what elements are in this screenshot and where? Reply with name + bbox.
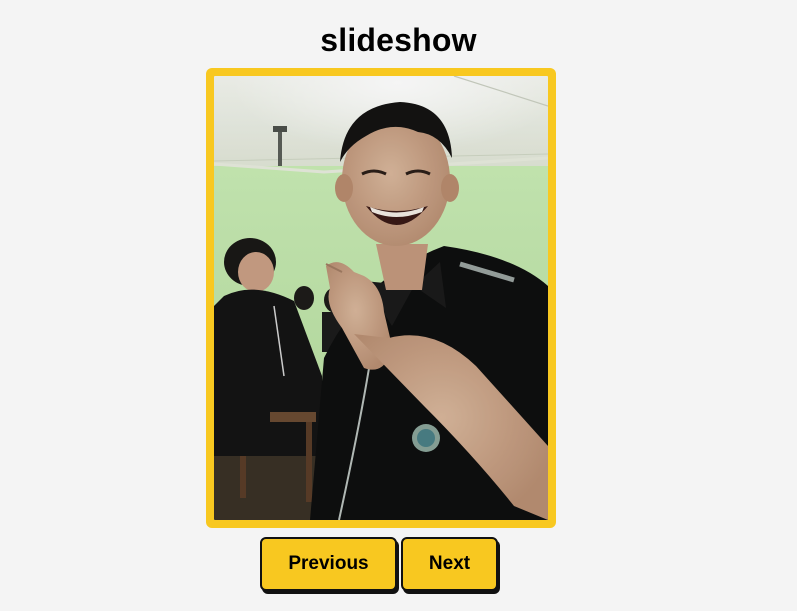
next-button[interactable]: Next <box>401 537 498 591</box>
previous-button[interactable]: Previous <box>260 537 397 591</box>
slide-image <box>214 76 548 520</box>
page-title: slideshow <box>320 22 477 58</box>
slideshow-controls: Previous Next <box>260 537 498 591</box>
slideshow-frame <box>206 68 556 528</box>
